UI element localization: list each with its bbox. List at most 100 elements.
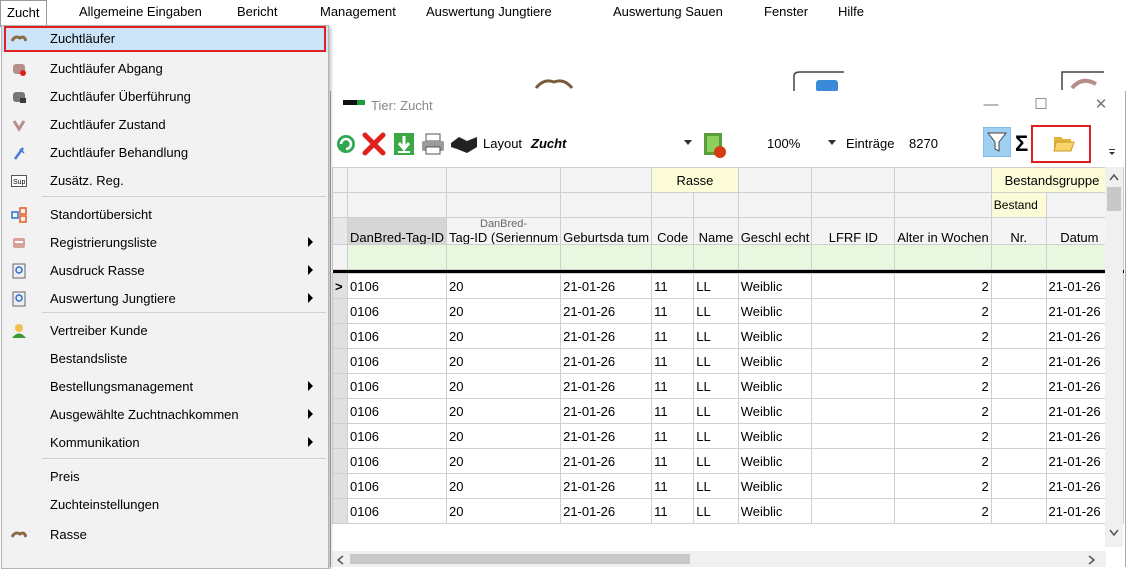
col-header-geschlecht[interactable]: Geschl echt bbox=[737, 217, 813, 245]
cell-serial[interactable]: 20 bbox=[445, 348, 562, 374]
cell-serial[interactable]: 20 bbox=[445, 498, 562, 524]
table-row[interactable]: 0106 20 21-01-26 11 LL Weiblic 2 21-01-26 bbox=[332, 373, 1124, 399]
menu-item-zuchteinstellungen[interactable]: Zuchteinstellungen bbox=[2, 492, 328, 518]
cell-serial[interactable]: 20 bbox=[445, 373, 562, 399]
cell-datum[interactable]: 21-01-26 bbox=[1045, 398, 1114, 424]
cell-code[interactable]: 11 bbox=[651, 448, 695, 474]
cell-birthdate[interactable]: 21-01-26 bbox=[560, 373, 653, 399]
table-row[interactable]: 0106 20 21-01-26 11 LL Weiblic 2 21-01-26 bbox=[332, 398, 1124, 424]
cell-birthdate[interactable]: 21-01-26 bbox=[560, 323, 653, 349]
cell-nr[interactable] bbox=[990, 448, 1047, 474]
row-indicator[interactable] bbox=[332, 498, 349, 524]
col-header-lfrf[interactable]: LFRF ID bbox=[811, 217, 896, 245]
menu-item-registrierungsliste[interactable]: Registrierungsliste bbox=[2, 230, 328, 256]
cell-name[interactable]: LL bbox=[693, 273, 739, 299]
layout-select[interactable]: Zucht bbox=[531, 136, 566, 151]
menu-auswertung-jungtiere[interactable]: Auswertung Jungtiere bbox=[426, 4, 552, 19]
refresh-icon[interactable] bbox=[335, 133, 357, 155]
cell-datum[interactable]: 21-01-26 bbox=[1045, 348, 1114, 374]
cell-nr[interactable] bbox=[990, 298, 1047, 324]
col-header-name[interactable]: Name bbox=[693, 217, 739, 245]
cell-tag-id[interactable]: 0106 bbox=[347, 298, 447, 324]
cell-datum[interactable]: 21-01-26 bbox=[1045, 298, 1114, 324]
cell-nr[interactable] bbox=[990, 473, 1047, 499]
cell-tag-id[interactable]: 0106 bbox=[347, 373, 447, 399]
cell-name[interactable]: LL bbox=[693, 448, 739, 474]
menu-zucht[interactable]: Zucht bbox=[0, 0, 47, 27]
cell-lfrf[interactable] bbox=[811, 398, 896, 424]
cell-name[interactable]: LL bbox=[693, 373, 739, 399]
cell-nr[interactable] bbox=[990, 348, 1047, 374]
cell-tag-id[interactable]: 0106 bbox=[347, 473, 447, 499]
menu-item-ausgewählte-zuchtnachkommen[interactable]: Ausgewählte Zuchtnachkommen bbox=[2, 402, 328, 428]
row-indicator[interactable] bbox=[332, 473, 349, 499]
cell-serial[interactable]: 20 bbox=[445, 448, 562, 474]
row-indicator[interactable] bbox=[332, 323, 349, 349]
cell-birthdate[interactable]: 21-01-26 bbox=[560, 448, 653, 474]
cell-nr[interactable] bbox=[990, 398, 1047, 424]
row-indicator[interactable] bbox=[332, 398, 349, 424]
cell-age[interactable]: 2 bbox=[894, 398, 992, 424]
table-row[interactable]: 0106 20 21-01-26 11 LL Weiblic 2 21-01-26 bbox=[332, 423, 1124, 449]
print-icon[interactable] bbox=[421, 133, 445, 155]
cell-serial[interactable]: 20 bbox=[445, 298, 562, 324]
zoom-dropdown-icon[interactable] bbox=[827, 139, 837, 147]
sum-icon[interactable]: Σ bbox=[1015, 131, 1028, 157]
cell-nr[interactable] bbox=[990, 498, 1047, 524]
cell-tag-id[interactable]: 0106 bbox=[347, 498, 447, 524]
col-header-code[interactable]: Code bbox=[651, 217, 695, 245]
cell-lfrf[interactable] bbox=[811, 298, 896, 324]
cell-birthdate[interactable]: 21-01-26 bbox=[560, 348, 653, 374]
menu-item-zuchtläufer-zustand[interactable]: Zuchtläufer Zustand bbox=[2, 112, 328, 138]
cell-birthdate[interactable]: 21-01-26 bbox=[560, 398, 653, 424]
cell-name[interactable]: LL bbox=[693, 423, 739, 449]
cell-code[interactable]: 11 bbox=[651, 498, 695, 524]
cell-sex[interactable]: Weiblic bbox=[737, 298, 813, 324]
menu-item-bestandsliste[interactable]: Bestandsliste bbox=[2, 346, 328, 372]
menu-item-ausdruck-rasse[interactable]: Ausdruck Rasse bbox=[2, 258, 328, 284]
cell-lfrf[interactable] bbox=[811, 323, 896, 349]
cell-lfrf[interactable] bbox=[811, 348, 896, 374]
cell-age[interactable]: 2 bbox=[894, 448, 992, 474]
col-header-alter[interactable]: Alter in Wochen bbox=[894, 217, 992, 245]
cell-name[interactable]: LL bbox=[693, 398, 739, 424]
table-row[interactable]: 0106 20 21-01-26 11 LL Weiblic 2 21-01-26 bbox=[332, 348, 1124, 374]
row-indicator[interactable] bbox=[332, 298, 349, 324]
cell-tag-id[interactable]: 0106 bbox=[347, 348, 447, 374]
cell-age[interactable]: 2 bbox=[894, 348, 992, 374]
cell-sex[interactable]: Weiblic bbox=[737, 448, 813, 474]
cell-lfrf[interactable] bbox=[811, 473, 896, 499]
cell-name[interactable]: LL bbox=[693, 473, 739, 499]
col-header-serial[interactable]: DanBred- Tag-ID (Seriennum bbox=[445, 217, 562, 245]
cell-code[interactable]: 11 bbox=[651, 273, 695, 299]
col-header-geburtsdatum[interactable]: Geburtsda tum bbox=[560, 217, 653, 245]
menu-item-standortübersicht[interactable]: Standortübersicht bbox=[2, 202, 328, 228]
cell-nr[interactable] bbox=[990, 323, 1047, 349]
maximize-button[interactable]: ☐ bbox=[1031, 95, 1051, 115]
scroll-right-icon[interactable] bbox=[1088, 555, 1096, 565]
menu-item-zuchtläufer-abgang[interactable]: Zuchtläufer Abgang bbox=[2, 56, 328, 82]
table-row[interactable]: >0106 20 21-01-26 11 LL Weiblic 2 21-01-26 bbox=[332, 273, 1124, 299]
cell-datum[interactable]: 21-01-26 bbox=[1045, 373, 1114, 399]
filter-icon[interactable] bbox=[983, 127, 1011, 157]
cell-age[interactable]: 2 bbox=[894, 373, 992, 399]
cell-code[interactable]: 11 bbox=[651, 348, 695, 374]
cell-code[interactable]: 11 bbox=[651, 423, 695, 449]
cell-serial[interactable]: 20 bbox=[445, 473, 562, 499]
cell-serial[interactable]: 20 bbox=[445, 323, 562, 349]
cell-datum[interactable]: 21-01-26 bbox=[1045, 498, 1114, 524]
cell-tag-id[interactable]: 0106 bbox=[347, 323, 447, 349]
menu-auswertung-sauen[interactable]: Auswertung Sauen bbox=[613, 4, 723, 19]
cell-datum[interactable]: 21-01-26 bbox=[1045, 273, 1114, 299]
cell-code[interactable]: 11 bbox=[651, 473, 695, 499]
cell-code[interactable]: 11 bbox=[651, 373, 695, 399]
cell-sex[interactable]: Weiblic bbox=[737, 423, 813, 449]
scroll-left-icon[interactable] bbox=[336, 555, 344, 565]
row-indicator[interactable] bbox=[332, 423, 349, 449]
menu-item-rasse[interactable]: Rasse bbox=[2, 522, 328, 548]
table-row[interactable]: 0106 20 21-01-26 11 LL Weiblic 2 21-01-26 bbox=[332, 448, 1124, 474]
cell-tag-id[interactable]: 0106 bbox=[347, 448, 447, 474]
cell-sex[interactable]: Weiblic bbox=[737, 498, 813, 524]
vertical-scrollbar[interactable] bbox=[1105, 167, 1123, 547]
cell-tag-id[interactable]: 0106 bbox=[347, 423, 447, 449]
